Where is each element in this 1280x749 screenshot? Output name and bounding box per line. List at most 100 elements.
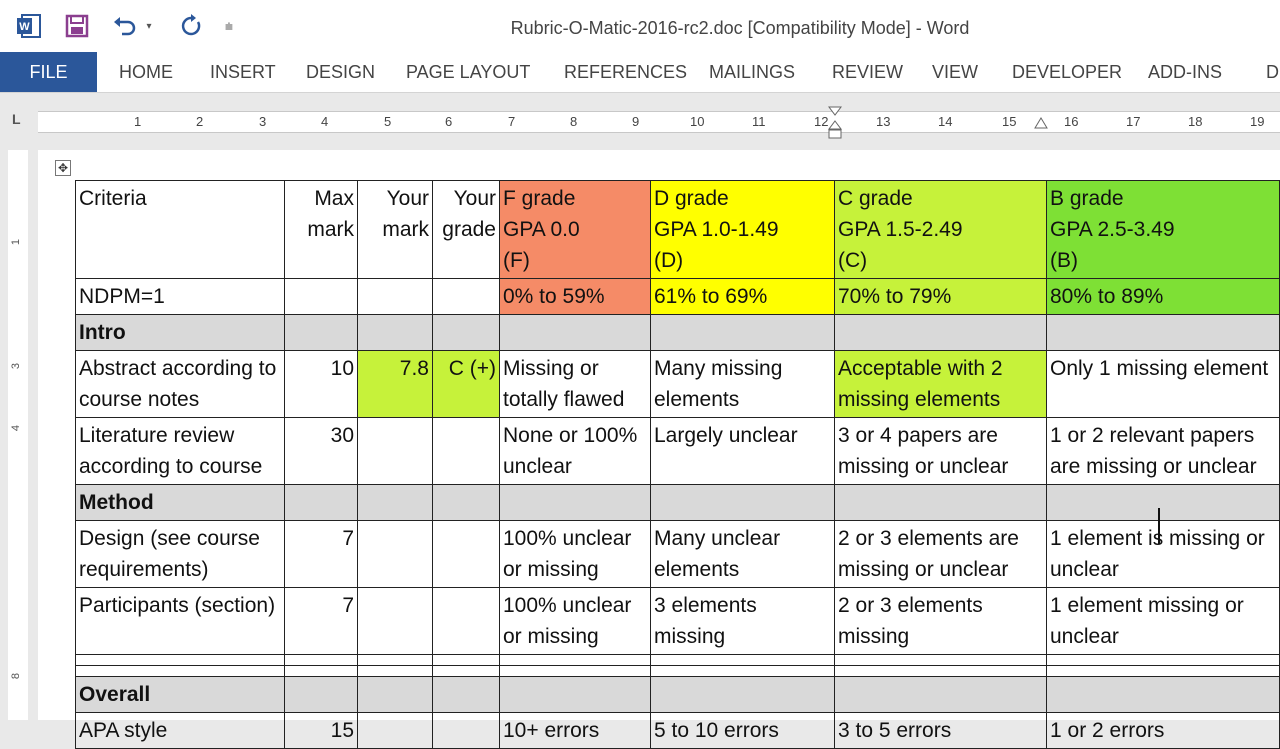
table-cell[interactable]	[357, 278, 433, 315]
table-cell[interactable]	[284, 654, 358, 666]
b-literature-review[interactable]: 1 or 2 relevant papers are missing or unc…	[1046, 417, 1280, 485]
table-cell[interactable]	[432, 665, 500, 677]
table-cell[interactable]	[834, 314, 1047, 351]
table-cell[interactable]	[284, 314, 358, 351]
c-participants[interactable]: 2 or 3 elements missing	[834, 587, 1047, 655]
f-literature-review[interactable]: None or 100% unclear	[499, 417, 651, 485]
tab-d[interactable]: D	[1266, 62, 1279, 83]
vertical-ruler[interactable]: 1 3 4 8	[8, 150, 28, 720]
table-cell[interactable]	[834, 676, 1047, 713]
max-mark-apa-style[interactable]: 15	[284, 712, 358, 749]
criteria-participants[interactable]: Participants (section)	[75, 587, 285, 655]
right-indent-icon[interactable]	[1034, 116, 1048, 130]
table-cell[interactable]	[284, 484, 358, 521]
table-cell[interactable]	[432, 314, 500, 351]
criteria-abstract[interactable]: Abstract according to course notes	[75, 350, 285, 418]
header-criteria[interactable]: Criteria	[75, 180, 285, 279]
table-cell[interactable]	[499, 654, 651, 666]
table-cell[interactable]	[357, 712, 433, 749]
table-cell[interactable]	[357, 676, 433, 713]
tab-design[interactable]: DESIGN	[306, 62, 375, 83]
table-cell[interactable]	[834, 484, 1047, 521]
table-cell[interactable]	[1046, 314, 1280, 351]
tab-insert[interactable]: INSERT	[210, 62, 276, 83]
d-participants[interactable]: 3 elements missing	[650, 587, 835, 655]
tab-view[interactable]: VIEW	[932, 62, 978, 83]
table-cell[interactable]	[499, 665, 651, 677]
your-grade-abstract[interactable]: C (+)	[432, 350, 500, 418]
table-cell[interactable]	[499, 484, 651, 521]
header-d-grade[interactable]: D grade GPA 1.0-1.49 (D)	[650, 180, 835, 279]
f-abstract[interactable]: Missing or totally flawed	[499, 350, 651, 418]
d-literature-review[interactable]: Largely unclear	[650, 417, 835, 485]
c-abstract[interactable]: Acceptable with 2 missing elements	[834, 350, 1047, 418]
table-cell[interactable]	[357, 654, 433, 666]
table-cell[interactable]	[432, 278, 500, 315]
table-cell[interactable]	[1046, 654, 1280, 666]
max-mark-design[interactable]: 7	[284, 520, 358, 588]
table-cell[interactable]	[499, 676, 651, 713]
range-c[interactable]: 70% to 79%	[834, 278, 1047, 315]
max-mark-abstract[interactable]: 10	[284, 350, 358, 418]
horizontal-ruler[interactable]: 1 2 3 4 5 6 7 8 9 10 11 12 13 14 15 16 1…	[38, 106, 1280, 139]
table-cell[interactable]	[284, 665, 358, 677]
table-cell[interactable]	[432, 712, 500, 749]
criteria-literature-review[interactable]: Literature review according to course	[75, 417, 285, 485]
range-b[interactable]: 80% to 89%	[1046, 278, 1280, 315]
max-mark-literature-review[interactable]: 30	[284, 417, 358, 485]
max-mark-participants[interactable]: 7	[284, 587, 358, 655]
table-cell[interactable]	[284, 278, 358, 315]
f-participants[interactable]: 100% unclear or missing	[499, 587, 651, 655]
f-design[interactable]: 100% unclear or missing	[499, 520, 651, 588]
ndpm-cell[interactable]: NDPM=1	[75, 278, 285, 315]
table-cell[interactable]	[650, 676, 835, 713]
range-f[interactable]: 0% to 59%	[499, 278, 651, 315]
d-abstract[interactable]: Many missing elements	[650, 350, 835, 418]
tab-home[interactable]: HOME	[119, 62, 173, 83]
table-cell[interactable]	[75, 654, 285, 666]
tab-references[interactable]: REFERENCES	[564, 62, 687, 83]
table-cell[interactable]	[499, 314, 651, 351]
table-cell[interactable]	[432, 654, 500, 666]
table-cell[interactable]	[1046, 676, 1280, 713]
table-cell[interactable]	[432, 587, 500, 655]
tab-selector[interactable]: L	[12, 111, 21, 127]
table-cell[interactable]	[432, 520, 500, 588]
table-cell[interactable]	[834, 665, 1047, 677]
tab-review[interactable]: REVIEW	[832, 62, 903, 83]
table-cell[interactable]	[834, 654, 1047, 666]
table-cell[interactable]	[357, 665, 433, 677]
document-page[interactable]: ✥ Criteria Max mark Your mark Your grade F …	[38, 150, 1280, 749]
range-d[interactable]: 61% to 69%	[650, 278, 835, 315]
table-cell[interactable]	[432, 484, 500, 521]
header-f-grade[interactable]: F grade GPA 0.0 (F)	[499, 180, 651, 279]
section-intro[interactable]: Intro	[75, 314, 285, 351]
tab-developer[interactable]: DEVELOPER	[1012, 62, 1122, 83]
d-apa-style[interactable]: 5 to 10 errors	[650, 712, 835, 749]
c-apa-style[interactable]: 3 to 5 errors	[834, 712, 1047, 749]
b-abstract[interactable]: Only 1 missing element	[1046, 350, 1280, 418]
c-design[interactable]: 2 or 3 elements are missing or unclear	[834, 520, 1047, 588]
table-cell[interactable]	[432, 417, 500, 485]
c-literature-review[interactable]: 3 or 4 papers are missing or unclear	[834, 417, 1047, 485]
table-cell[interactable]	[1046, 484, 1280, 521]
b-apa-style[interactable]: 1 or 2 errors	[1046, 712, 1280, 749]
table-cell[interactable]	[357, 520, 433, 588]
table-cell[interactable]	[357, 587, 433, 655]
table-cell[interactable]	[650, 314, 835, 351]
rubric-table[interactable]: Criteria Max mark Your mark Your grade F gr…	[75, 180, 1280, 749]
tab-page-layout[interactable]: PAGE LAYOUT	[406, 62, 530, 83]
table-cell[interactable]	[357, 314, 433, 351]
d-design[interactable]: Many unclear elements	[650, 520, 835, 588]
tab-mailings[interactable]: MAILINGS	[709, 62, 795, 83]
table-cell[interactable]	[357, 417, 433, 485]
table-cell[interactable]	[650, 654, 835, 666]
header-your-grade[interactable]: Your grade	[432, 180, 500, 279]
tab-add-ins[interactable]: ADD-INS	[1148, 62, 1222, 83]
table-move-handle-icon[interactable]: ✥	[55, 160, 71, 176]
header-c-grade[interactable]: C grade GPA 1.5-2.49 (C)	[834, 180, 1047, 279]
criteria-design[interactable]: Design (see course requirements)	[75, 520, 285, 588]
b-participants[interactable]: 1 element missing or unclear	[1046, 587, 1280, 655]
your-mark-abstract[interactable]: 7.8	[357, 350, 433, 418]
b-design[interactable]: 1 element is missing or unclear	[1046, 520, 1280, 588]
